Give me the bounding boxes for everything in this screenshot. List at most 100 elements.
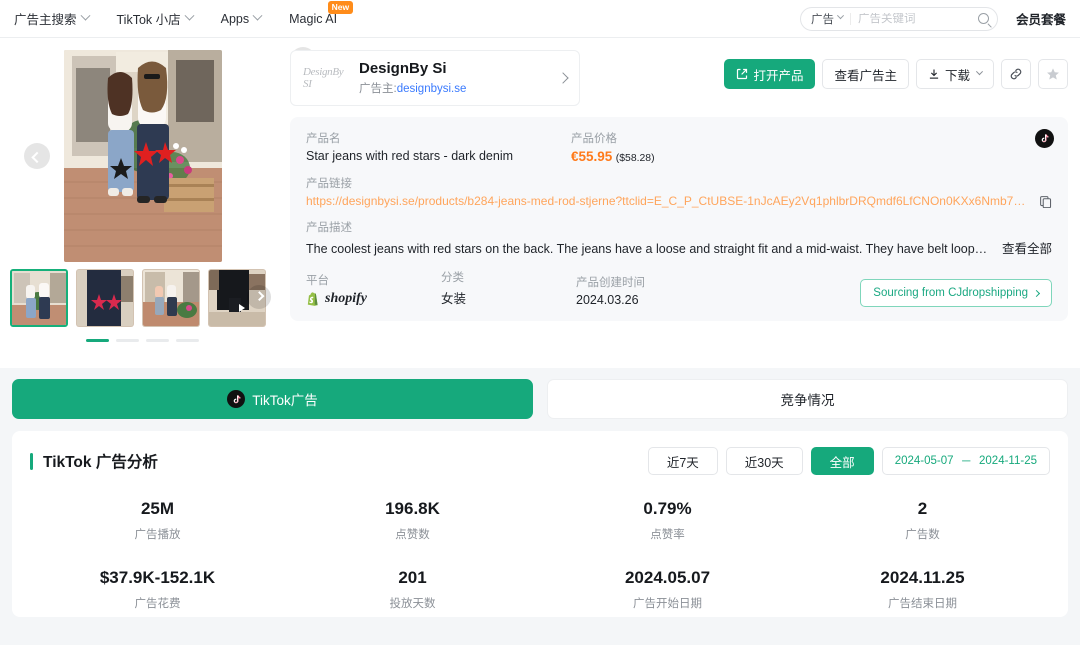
- thumbnail-photo: [143, 270, 199, 326]
- view-advertiser-button[interactable]: 查看广告主: [822, 59, 909, 89]
- gallery-thumbnail-3[interactable]: [142, 269, 200, 327]
- hero-image[interactable]: [63, 49, 222, 262]
- tab-tiktok-ads[interactable]: TikTok广告: [12, 379, 533, 419]
- stat-like-rate: 0.79% 点赞率: [540, 499, 795, 542]
- created-time-value: 2024.03.26: [576, 293, 639, 307]
- chevron-right-icon: [557, 72, 569, 84]
- gallery-thumbnail-1[interactable]: [10, 269, 68, 327]
- nav-item-magic-ai[interactable]: Magic AI New: [289, 0, 354, 26]
- stat-caption: 点赞数: [395, 529, 430, 541]
- search-scope-selector[interactable]: 广告: [811, 11, 845, 27]
- gallery-prev-button[interactable]: [24, 142, 50, 169]
- date-range-picker[interactable]: 2024-05-07 － 2024-11-25: [881, 447, 1050, 475]
- stat-caption: 点赞率: [650, 529, 685, 541]
- card-actions: 打开产品 查看广告主 下载: [724, 50, 1068, 89]
- chevron-down-icon: [975, 67, 984, 75]
- gallery-dot-1[interactable]: [86, 339, 109, 342]
- tab-competition[interactable]: 竞争情况: [547, 379, 1068, 419]
- product-desc-block: 产品描述 The coolest jeans with red stars on…: [306, 219, 1052, 257]
- date-to: 2024-11-25: [979, 455, 1037, 467]
- search-icon[interactable]: [977, 13, 989, 24]
- name-price-row: 产品名 Star jeans with red stars - dark den…: [306, 130, 1052, 164]
- favorite-button[interactable]: [1038, 59, 1068, 89]
- copy-icon[interactable]: [1039, 195, 1052, 208]
- nav-item-advertiser-search[interactable]: 广告主搜索: [14, 9, 90, 28]
- product-link-label: 产品链接: [306, 178, 352, 190]
- sourcing-button[interactable]: Sourcing from CJdropshipping: [860, 279, 1052, 307]
- filter-all[interactable]: 全部: [810, 447, 874, 475]
- product-link-row: https://designbysi.se/products/b284-jean…: [306, 194, 1052, 208]
- advertiser-domain-link[interactable]: designbysi.se: [397, 83, 467, 95]
- nav-label: Magic AI: [289, 11, 338, 26]
- nav-label: TikTok 小店: [116, 13, 181, 27]
- chevron-down-icon: [252, 10, 263, 21]
- product-name-value: Star jeans with red stars - dark denim: [306, 149, 514, 163]
- tiktok-icon-wrap: [227, 390, 246, 408]
- open-product-button[interactable]: 打开产品: [724, 59, 816, 89]
- thumbnail-photo: [77, 270, 133, 326]
- stats-row-1: 25M 广告播放 196.8K 点赞数 0.79% 点赞率 2 广告数: [30, 499, 1050, 542]
- copy-link-button[interactable]: [1001, 59, 1031, 89]
- gallery-thumbnails: [0, 269, 285, 327]
- thumbnails-next-button[interactable]: [247, 285, 271, 309]
- stat-caption: 广告开始日期: [633, 598, 702, 610]
- date-from: 2024-05-07: [894, 455, 954, 467]
- tiktok-icon: [233, 394, 241, 403]
- title-accent-bar: [30, 452, 33, 470]
- gallery-dot-2[interactable]: [116, 339, 139, 342]
- product-price-label: 产品价格: [571, 133, 617, 145]
- nav-item-tiktok-shop[interactable]: TikTok 小店: [116, 9, 195, 28]
- star-icon: [1047, 68, 1059, 80]
- stat-start-date: 2024.05.07 广告开始日期: [540, 568, 795, 611]
- stat-value: 2024.11.25: [880, 568, 965, 587]
- analysis-filters: 近7天 近30天 全部 2024-05-07 － 2024-11-25: [647, 447, 1050, 475]
- created-time-block: 产品创建时间 2024.03.26: [576, 274, 711, 307]
- tiktok-icon: [1041, 134, 1049, 143]
- product-details-panel: DesignBy SI DesignBy Si 广告主:designbysi.s…: [290, 50, 1068, 321]
- tab-label: 竞争情况: [780, 393, 835, 408]
- analysis-header: TikTok 广告分析 近7天 近30天 全部 2024-05-07 － 202…: [30, 447, 1050, 475]
- platform-block: 平台 shopify: [306, 272, 441, 307]
- advertiser-card[interactable]: DesignBy SI DesignBy Si 广告主:designbysi.s…: [290, 50, 580, 106]
- divider: [849, 12, 851, 25]
- nav-label: Apps: [220, 11, 250, 26]
- stat-ad-views: 25M 广告播放: [30, 499, 285, 542]
- advertiser-logo: DesignBy SI: [303, 66, 344, 90]
- filter-last-7-days[interactable]: 近7天: [647, 447, 718, 475]
- stat-value: 201: [398, 568, 427, 587]
- product-link-value[interactable]: https://designbysi.se/products/b284-jean…: [306, 194, 1031, 208]
- advertiser-domain-row: 广告主:designbysi.se: [359, 80, 466, 96]
- gallery-dot-3[interactable]: [146, 339, 169, 342]
- view-all-desc-button[interactable]: 查看全部: [1002, 238, 1052, 257]
- membership-plans-link[interactable]: 会员套餐: [1016, 9, 1066, 28]
- stat-value: 0.79%: [643, 499, 692, 518]
- stat-likes: 196.8K 点赞数: [285, 499, 540, 542]
- filter-last-30-days[interactable]: 近30天: [725, 447, 803, 475]
- new-badge: New: [327, 0, 354, 14]
- stat-caption: 广告结束日期: [888, 598, 957, 610]
- global-search[interactable]: 广告: [799, 6, 998, 31]
- tiktok-badge: [1035, 129, 1054, 148]
- advertiser-row: DesignBy SI DesignBy Si 广告主:designbysi.s…: [290, 50, 1068, 106]
- download-button[interactable]: 下载: [915, 59, 994, 89]
- product-name-block: 产品名 Star jeans with red stars - dark den…: [306, 130, 571, 164]
- advertiser-label: 广告主:: [359, 83, 397, 96]
- category-value: 女装: [441, 292, 467, 306]
- link-icon: [1010, 68, 1022, 80]
- sourcing-label: Sourcing from CJdropshipping: [873, 287, 1028, 299]
- open-product-label: 打开产品: [753, 68, 804, 83]
- chevron-down-icon: [836, 12, 845, 20]
- stat-caption: 投放天数: [389, 598, 436, 610]
- search-input[interactable]: [857, 12, 974, 25]
- nav-right-group: 广告 会员套餐: [799, 6, 1066, 31]
- analysis-title: TikTok 广告分析: [43, 454, 158, 471]
- gallery-thumbnail-2[interactable]: [76, 269, 134, 327]
- view-advertiser-label: 查看广告主: [834, 68, 897, 83]
- stat-end-date: 2024.11.25 广告结束日期: [795, 568, 1050, 611]
- category-block: 分类 女装: [441, 269, 576, 307]
- product-meta-row: 平台 shopify 分类 女装 产品创建时间 2024.03.26 Sourc…: [306, 269, 1052, 307]
- created-time-label: 产品创建时间: [576, 277, 645, 289]
- nav-item-apps[interactable]: Apps: [220, 10, 263, 26]
- gallery-dot-4[interactable]: [176, 339, 199, 342]
- date-separator: －: [960, 456, 973, 468]
